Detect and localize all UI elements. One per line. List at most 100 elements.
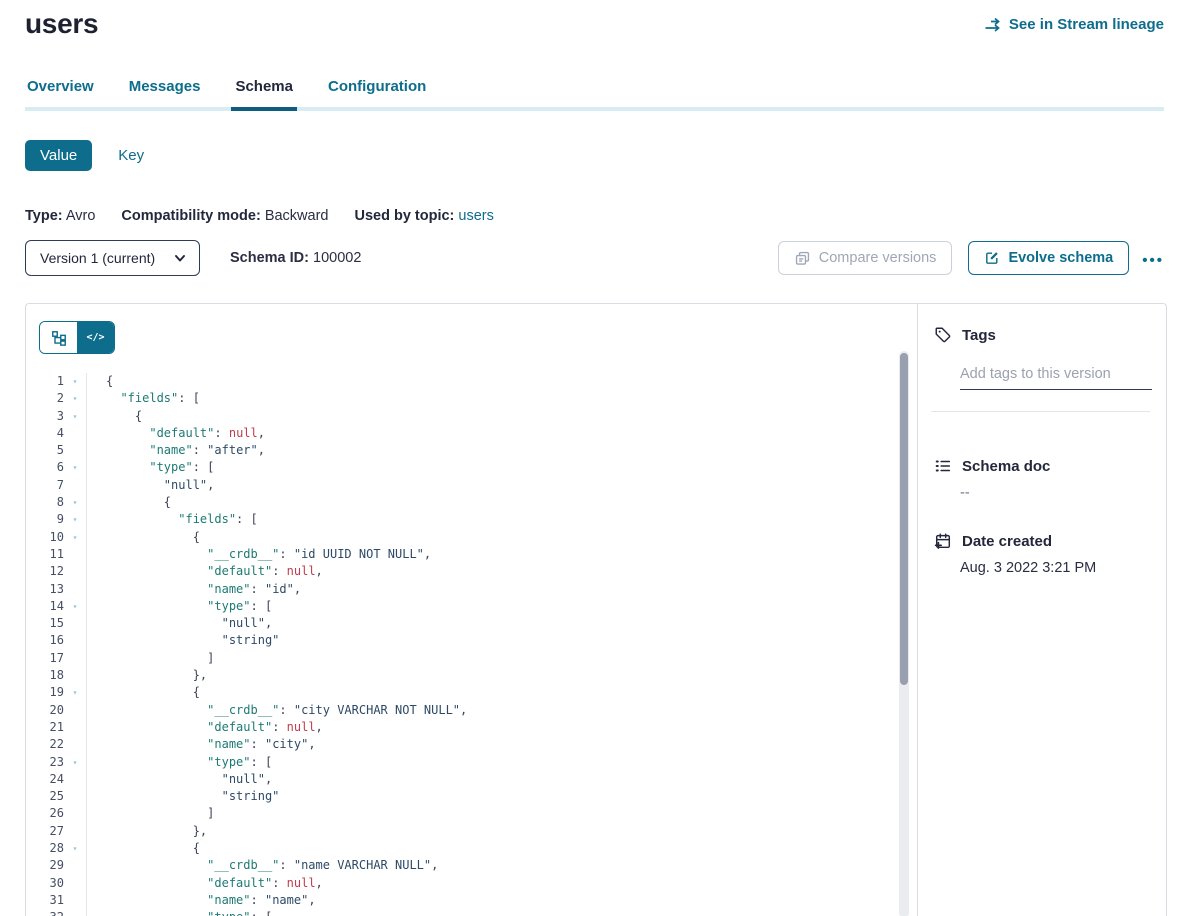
fold-spacer [64,563,86,580]
code-line: 17 ] [26,650,897,667]
tree-view-icon [51,330,67,346]
tab-schema[interactable]: Schema [233,78,295,107]
code-line-text: { [86,684,897,701]
fold-toggle-icon[interactable]: ▾ [64,494,86,511]
code-scrollbar-thumb[interactable] [900,353,908,685]
fold-spacer [64,857,86,874]
code-line: 4 "default": null, [26,425,897,442]
line-number: 30 [26,875,64,892]
code-line-text: "default": null, [86,875,897,892]
version-select[interactable]: Version 1 (current) [25,240,200,276]
code-line-text: "string" [86,788,897,805]
tag-icon [934,326,952,344]
schema-id-label: Schema ID: [230,250,309,266]
code-view-button[interactable]: </> [77,322,114,353]
code-line-text: "name": "id", [86,581,897,598]
code-line: 2▾ "fields": [ [26,390,897,407]
chevron-down-icon [173,251,187,265]
line-number: 1 [26,373,64,390]
line-number: 10 [26,529,64,546]
code-line: 11 "__crdb__": "id UUID NOT NULL", [26,546,897,563]
meta-topic-link[interactable]: users [458,208,493,224]
code-line-text: { [86,373,897,390]
tab-overview[interactable]: Overview [25,78,96,107]
fold-spacer [64,477,86,494]
fold-toggle-icon[interactable]: ▾ [64,754,86,771]
code-line-text: "__crdb__": "id UUID NOT NULL", [86,546,897,563]
line-number: 9 [26,511,64,528]
code-line-text: "type": [ [86,909,897,916]
line-number: 3 [26,408,64,425]
code-line-text: { [86,840,897,857]
line-number: 24 [26,771,64,788]
schema-panel: </> 1▾{2▾ "fields": [3▾ {4 "default": nu… [25,303,1167,916]
see-in-stream-lineage-link[interactable]: See in Stream lineage [984,16,1164,33]
code-scrollbar-track[interactable] [899,351,909,916]
value-tab-button[interactable]: Value [25,140,92,171]
line-number: 7 [26,477,64,494]
schema-sidebar: Tags Schema doc -- [918,304,1166,916]
fold-toggle-icon[interactable]: ▾ [64,598,86,615]
sidebar-divider [931,411,1150,412]
meta-topic-label: Used by topic: [354,208,454,224]
code-line: 8▾ { [26,494,897,511]
stream-lineage-icon [984,17,1002,33]
fold-toggle-icon[interactable]: ▾ [64,909,86,916]
fold-toggle-icon[interactable]: ▾ [64,684,86,701]
line-number: 17 [26,650,64,667]
key-tab-link[interactable]: Key [118,147,144,164]
code-line-text: "null", [86,615,897,632]
list-icon [934,457,952,475]
fold-toggle-icon[interactable]: ▾ [64,373,86,390]
fold-spacer [64,650,86,667]
line-number: 18 [26,667,64,684]
code-line: 28▾ { [26,840,897,857]
schema-id-value: 100002 [313,250,361,266]
code-line-text: }, [86,823,897,840]
code-line: 19▾ { [26,684,897,701]
date-created-title: Date created [962,533,1052,550]
fold-spacer [64,442,86,459]
code-line-text: ] [86,650,897,667]
fold-spacer [64,736,86,753]
fold-spacer [64,805,86,822]
fold-spacer [64,771,86,788]
tree-view-button[interactable] [40,322,77,353]
schema-doc-block: Schema doc -- [934,457,1150,501]
code-line-text: "default": null, [86,563,897,580]
code-line-text: "fields": [ [86,390,897,407]
fold-toggle-icon[interactable]: ▾ [64,529,86,546]
code-line: 7 "null", [26,477,897,494]
code-line-text: "string" [86,632,897,649]
fold-toggle-icon[interactable]: ▾ [64,408,86,425]
fold-toggle-icon[interactable]: ▾ [64,511,86,528]
code-line: 20 "__crdb__": "city VARCHAR NOT NULL", [26,702,897,719]
line-number: 8 [26,494,64,511]
fold-spacer [64,581,86,598]
fold-toggle-icon[interactable]: ▾ [64,390,86,407]
tab-messages[interactable]: Messages [127,78,203,107]
code-line: 15 "null", [26,615,897,632]
page-title: users [25,8,98,40]
code-line: 10▾ { [26,529,897,546]
code-lines: 1▾{2▾ "fields": [3▾ {4 "default": null,5… [26,373,897,916]
code-line-text: "default": null, [86,719,897,736]
compare-versions-button[interactable]: Compare versions [778,241,953,275]
fold-spacer [64,788,86,805]
line-number: 31 [26,892,64,909]
line-number: 26 [26,805,64,822]
more-options-button[interactable]: ••• [1142,249,1164,268]
schema-code-editor[interactable]: 1▾{2▾ "fields": [3▾ {4 "default": null,5… [26,373,897,916]
line-number: 27 [26,823,64,840]
fold-toggle-icon[interactable]: ▾ [64,840,86,857]
code-line: 26 ] [26,805,897,822]
fold-toggle-icon[interactable]: ▾ [64,459,86,476]
tab-configuration[interactable]: Configuration [326,78,428,107]
tags-title: Tags [962,327,996,344]
tags-input[interactable] [960,364,1152,390]
evolve-schema-button[interactable]: Evolve schema [968,241,1129,275]
meta-compatibility: Compatibility mode: Backward [121,208,328,224]
tags-header: Tags [934,326,1150,344]
compare-versions-icon [794,250,811,267]
line-number: 25 [26,788,64,805]
